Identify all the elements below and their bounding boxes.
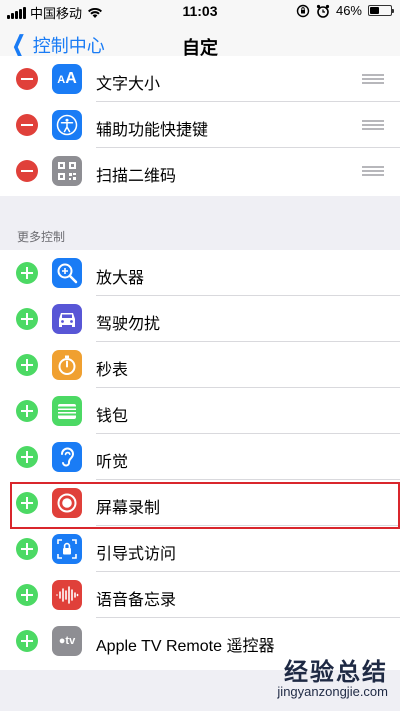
reorder-handle[interactable] xyxy=(362,166,384,176)
add-button[interactable] xyxy=(16,308,38,330)
item-label: 屏幕录制 xyxy=(96,500,161,517)
add-button[interactable] xyxy=(16,538,38,560)
list-item: 听觉 xyxy=(0,434,400,480)
included-controls-list: AA 文字大小 辅助功能快捷键 扫描二维码 xyxy=(0,56,400,196)
item-label: Apple TV Remote 遥控器 xyxy=(96,638,275,655)
item-label: 驾驶勿扰 xyxy=(96,316,161,333)
item-label: 文字大小 xyxy=(96,76,161,93)
list-item: 辅助功能快捷键 xyxy=(0,102,400,148)
stopwatch-icon xyxy=(52,350,82,380)
text-size-icon: AA xyxy=(52,64,82,94)
add-button[interactable] xyxy=(16,492,38,514)
remove-button[interactable] xyxy=(16,114,38,136)
status-bar: 中国移动 11:03 46% xyxy=(0,0,400,22)
screen-record-icon xyxy=(52,488,82,518)
item-label: 听觉 xyxy=(96,454,129,471)
alarm-icon xyxy=(316,4,330,18)
qr-code-icon xyxy=(52,156,82,186)
list-item: 放大器 xyxy=(0,250,400,296)
list-item: 钱包 xyxy=(0,388,400,434)
list-item: 语音备忘录 xyxy=(0,572,400,618)
remove-button[interactable] xyxy=(16,68,38,90)
list-item: ●tv Apple TV Remote 遥控器 xyxy=(0,618,400,664)
remove-button[interactable] xyxy=(16,160,38,182)
more-controls-list: 放大器 驾驶勿扰 秒表 钱包 听觉 屏幕录制 引导式访问 语音备忘录 ●tv A… xyxy=(0,250,400,670)
magnifier-icon xyxy=(52,258,82,288)
item-label: 放大器 xyxy=(96,270,145,287)
add-button[interactable] xyxy=(16,584,38,606)
watermark-url: jingyanzongjie.com xyxy=(277,684,388,699)
item-label: 扫描二维码 xyxy=(96,168,177,185)
section-header: 更多控制 xyxy=(17,230,66,244)
rotation-lock-icon xyxy=(296,4,310,17)
accessibility-icon xyxy=(52,110,82,140)
wallet-icon xyxy=(52,396,82,426)
voice-memo-icon xyxy=(52,580,82,610)
car-icon xyxy=(52,304,82,334)
item-label: 语音备忘录 xyxy=(96,592,177,609)
reorder-handle[interactable] xyxy=(362,120,384,130)
item-label: 钱包 xyxy=(96,408,129,425)
screen: 中国移动 11:03 46% ❮ 控制中心 自定 AA 文字大小 辅助功能快捷键… xyxy=(0,0,400,711)
item-label: 秒表 xyxy=(96,362,129,379)
battery-icon xyxy=(368,5,394,16)
battery-percent: 46% xyxy=(335,3,362,18)
list-item: 扫描二维码 xyxy=(0,148,400,194)
item-label: 辅助功能快捷键 xyxy=(96,122,209,139)
list-item: 屏幕录制 xyxy=(0,480,400,526)
reorder-handle[interactable] xyxy=(362,74,384,84)
list-item: AA 文字大小 xyxy=(0,56,400,102)
add-button[interactable] xyxy=(16,630,38,652)
guided-access-icon xyxy=(52,534,82,564)
add-button[interactable] xyxy=(16,446,38,468)
add-button[interactable] xyxy=(16,354,38,376)
add-button[interactable] xyxy=(16,400,38,422)
apple-tv-icon: ●tv xyxy=(52,626,82,656)
ear-icon xyxy=(52,442,82,472)
list-item: 秒表 xyxy=(0,342,400,388)
list-item: 驾驶勿扰 xyxy=(0,296,400,342)
add-button[interactable] xyxy=(16,262,38,284)
item-label: 引导式访问 xyxy=(96,546,177,563)
list-item: 引导式访问 xyxy=(0,526,400,572)
